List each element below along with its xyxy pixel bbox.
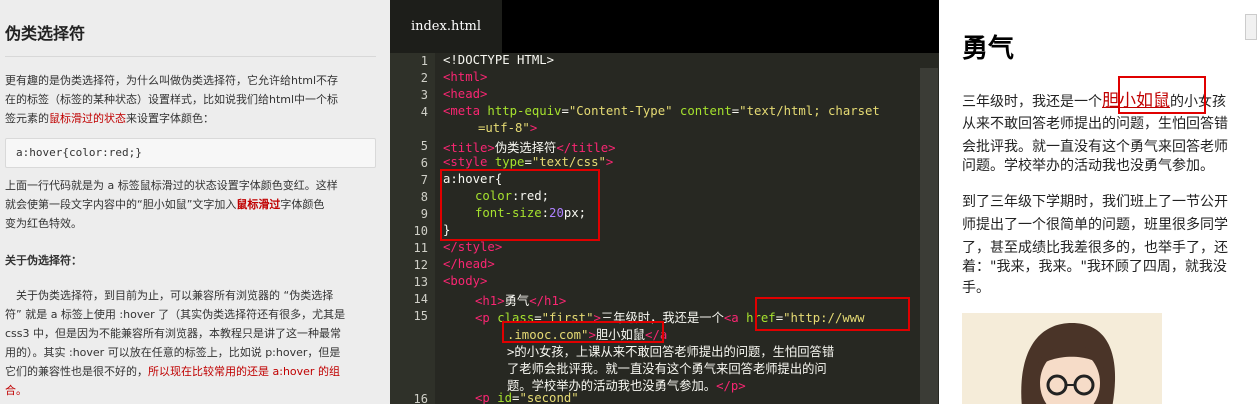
body-line-1: 关于伪类选择符，到目前为止，可以兼容所有浏览器的 “伪类选择: [5, 289, 334, 302]
line-number: 2: [420, 71, 428, 85]
line-number: 4: [420, 105, 428, 119]
intro-line-3: 签元素的: [5, 112, 49, 125]
line-number: 6: [420, 156, 428, 170]
code-line-15-wrap-2: >的小女孩，上课从来不敢回答老师提出的问题，生怕回答错: [507, 345, 835, 359]
line-number: 14: [413, 292, 428, 306]
line-number: 7: [420, 173, 428, 187]
body-line-5: 它们的兼容性也是很不好的，: [5, 365, 148, 378]
preview-illustration: [962, 313, 1162, 404]
line-number: 10: [413, 224, 428, 238]
code-area[interactable]: 1 2 3 4 5 6 7 8 9 10 11 12 13 14 15 16 <…: [390, 53, 920, 404]
preview-panel: 勇气 三年级时，我还是一个胆小如鼠的小女孩 从来不敢回答老师提出的问题，生怕回答…: [939, 0, 1257, 404]
code-line-1: <!DOCTYPE HTML>: [443, 53, 555, 67]
preview-para-2-line-2: 师提出了一个很简单的问题，班里很多同学: [962, 217, 1228, 233]
preview-para-1-line-4: 问题。学校举办的活动我也没勇气参加。: [962, 158, 1214, 174]
preview-para-1-line-1: 三年级时，我还是一个胆小如鼠的小女孩: [962, 91, 1226, 111]
preview-heading: 勇气: [962, 34, 1015, 64]
body-line-6: 合。: [5, 384, 27, 397]
code-line-4: <meta http-equiv="Content-Type" content=…: [443, 104, 880, 118]
line-number: 15: [413, 309, 428, 323]
line-number: 1: [420, 54, 428, 68]
line-number: 5: [420, 139, 428, 153]
body-line-3: css3 中，但是因为不能兼容所有浏览器，本教程只是讲了这一种最常: [5, 327, 342, 340]
editor-scrollbar[interactable]: [920, 68, 938, 404]
lesson-title: 伪类选择符: [5, 20, 376, 57]
lesson-body: 关于伪类选择符，到目前为止，可以兼容所有浏览器的 “伪类选择 符” 就是 a 标…: [5, 286, 376, 400]
code-line-13: <body>: [443, 274, 488, 288]
preview-scrollbar[interactable]: [1245, 14, 1257, 40]
highlight-box-css: [440, 169, 600, 241]
code-line-15-wrap-3: 了老师会批评我。就一直没有这个勇气来回答老师提出的问: [507, 362, 827, 376]
intro-line-1: 更有趣的是伪类选择符，为什么叫做伪类选择符，它允许给html不存: [5, 74, 339, 87]
tab-index-html[interactable]: index.html: [390, 0, 502, 53]
code-line-6: <style type="text/css">: [443, 155, 614, 169]
line-number: 13: [413, 275, 428, 289]
code-line-11: </style>: [443, 240, 503, 254]
intro-highlight: 鼠标滑过的状态: [49, 112, 126, 125]
line-number: 16: [413, 392, 428, 404]
line-number: 9: [420, 207, 428, 221]
code-line-4-wrap: =utf-8">: [478, 121, 538, 135]
lesson-panel: 伪类选择符 更有趣的是伪类选择符，为什么叫做伪类选择符，它允许给html不存 在…: [0, 0, 390, 404]
line-number: 8: [420, 190, 428, 204]
about-heading: 关于伪选择符：: [5, 254, 82, 267]
code-line-16: <p id="second": [475, 391, 579, 404]
highlight-box-link-text: [502, 321, 664, 343]
code-line-5: <title>伪类选择符</title>: [443, 141, 616, 155]
intro-line-2: 在的标签（标签的某种状态）设置样式，比如说我们给html中一个标: [5, 93, 339, 106]
desc-line-3: 变为红色特效。: [5, 217, 82, 230]
preview-para-2-line-5: 手。: [962, 280, 990, 296]
code-example: a:hover{color:red;}: [5, 138, 376, 168]
line-number: 11: [413, 241, 428, 255]
line-number: 12: [413, 258, 428, 272]
body-line-2: 符” 就是 a 标签上使用 :hover 了（其实伪类选择符还有很多，尤其是: [5, 308, 346, 321]
body-highlight: 所以现在比较常用的还是 a:hover 的组: [148, 365, 340, 378]
editor-tab-bar: index.html: [390, 0, 939, 53]
highlight-box-href: [755, 297, 910, 331]
code-line-2: <html>: [443, 70, 488, 84]
code-line-3: <head>: [443, 87, 488, 101]
preview-para-1-line-2: 从来不敢回答老师提出的问题，生怕回答错: [962, 116, 1228, 132]
desc-line-1: 上面一行代码就是为 a 标签鼠标滑过的状态设置字体颜色变红。这样: [5, 179, 338, 192]
desc-line-2-end: 字体颜色: [280, 198, 325, 211]
preview-para-2-line-1: 到了三年级下学期时，我们班上了一节公开: [962, 194, 1228, 210]
code-editor: index.html 1 2 3 4 5 6 7 8 9 10 11 12 13…: [390, 0, 939, 404]
lesson-intro: 更有趣的是伪类选择符，为什么叫做伪类选择符，它允许给html不存 在的标签（标签…: [5, 71, 376, 128]
code-line-14: <h1>勇气</h1>: [475, 294, 567, 308]
preview-para-2-line-4: 着："我来，我来。"我环顾了四周，就我没: [962, 259, 1227, 275]
intro-line-3-end: 来设置字体颜色：: [126, 112, 214, 125]
highlight-box-preview-link: [1118, 76, 1206, 114]
lesson-description: 上面一行代码就是为 a 标签鼠标滑过的状态设置字体颜色变红。这样 就会使第一段文…: [5, 176, 376, 233]
body-line-4: 用的）。其实 :hover 可以放在任意的标签上，比如说 p:hover，但是: [5, 346, 341, 359]
code-line-12: </head>: [443, 257, 495, 271]
line-number: 3: [420, 88, 428, 102]
desc-line-2: 就会使第一段文字内容中的“胆小如鼠”文字加入: [5, 198, 237, 211]
desc-highlight: 鼠标滑过: [236, 198, 281, 211]
